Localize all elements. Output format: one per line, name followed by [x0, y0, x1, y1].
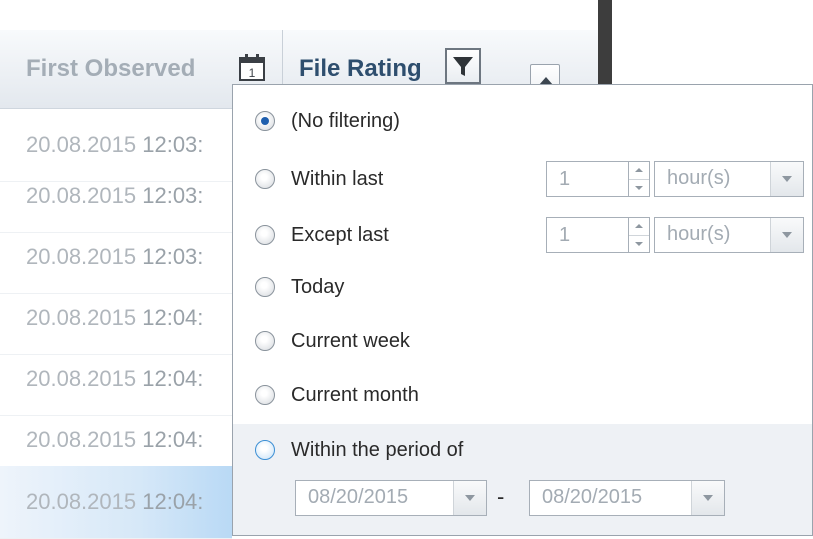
stepper-down-icon[interactable] — [629, 179, 649, 197]
stepper-buttons[interactable] — [628, 162, 649, 196]
except-last-stepper[interactable]: 1 — [546, 217, 650, 253]
row-date: 20.08.2015 — [26, 427, 137, 452]
table-row[interactable]: 20.08.2015 12:04: — [0, 466, 232, 539]
row-time: 12:03: — [142, 132, 204, 157]
date-value: 08/20/2015 — [308, 486, 409, 508]
period-separator: - — [497, 484, 505, 509]
filter-option-within-period[interactable]: Within the period of — [233, 412, 812, 488]
select-value: hour(s) — [667, 223, 731, 245]
stepper-value: 1 — [559, 224, 571, 246]
stepper-buttons[interactable] — [628, 218, 649, 252]
chevron-down-icon[interactable] — [770, 218, 803, 252]
svg-text:1: 1 — [249, 66, 256, 80]
radio-no-filtering[interactable] — [255, 111, 275, 131]
row-date: 20.08.2015 — [26, 244, 137, 269]
stepper-up-icon[interactable] — [629, 218, 649, 235]
row-time: 12:04: — [142, 305, 204, 330]
period-to-date-picker[interactable]: 08/20/2015 — [529, 480, 725, 516]
row-time: 12:04: — [142, 489, 204, 514]
row-date: 20.08.2015 — [26, 183, 137, 208]
radio-current-week[interactable] — [255, 331, 275, 351]
date-filter-popup: (No filtering) Within last 1 hour(s) Exc… — [232, 84, 813, 536]
within-last-stepper[interactable]: 1 — [546, 161, 650, 197]
option-label: Today — [291, 275, 345, 298]
except-last-unit-select[interactable]: hour(s) — [654, 217, 804, 253]
option-label: Within the period of — [291, 438, 464, 461]
row-date: 20.08.2015 — [26, 305, 137, 330]
column-header-label: First Observed — [26, 55, 196, 82]
row-date: 20.08.2015 — [26, 366, 137, 391]
option-label: (No filtering) — [291, 109, 400, 132]
row-date: 20.08.2015 — [26, 489, 137, 514]
radio-except-last[interactable] — [255, 225, 275, 245]
stepper-up-icon[interactable] — [629, 162, 649, 179]
row-time: 12:04: — [142, 427, 204, 452]
radio-within-period[interactable] — [255, 440, 275, 460]
calendar-icon[interactable]: 1 — [236, 52, 268, 84]
radio-today[interactable] — [255, 277, 275, 297]
row-date: 20.08.2015 — [26, 132, 137, 157]
row-time: 12:03: — [142, 244, 204, 269]
within-last-unit-select[interactable]: hour(s) — [654, 161, 804, 197]
row-time: 12:03: — [142, 183, 204, 208]
option-label: Current month — [291, 383, 419, 406]
column-header-label: File Rating — [299, 55, 422, 82]
filter-icon[interactable] — [445, 48, 481, 84]
chevron-down-icon[interactable] — [770, 162, 803, 196]
date-value: 08/20/2015 — [542, 486, 643, 508]
radio-within-last[interactable] — [255, 169, 275, 189]
radio-current-month[interactable] — [255, 385, 275, 405]
option-label: Current week — [291, 329, 410, 352]
stepper-value: 1 — [559, 168, 571, 190]
option-label: Except last — [291, 223, 389, 246]
row-time: 12:04: — [142, 366, 204, 391]
option-label: Within last — [291, 167, 384, 190]
period-from-date-picker[interactable]: 08/20/2015 — [295, 480, 487, 516]
chevron-down-icon[interactable] — [691, 481, 724, 515]
select-value: hour(s) — [667, 167, 731, 189]
chevron-down-icon[interactable] — [453, 481, 486, 515]
